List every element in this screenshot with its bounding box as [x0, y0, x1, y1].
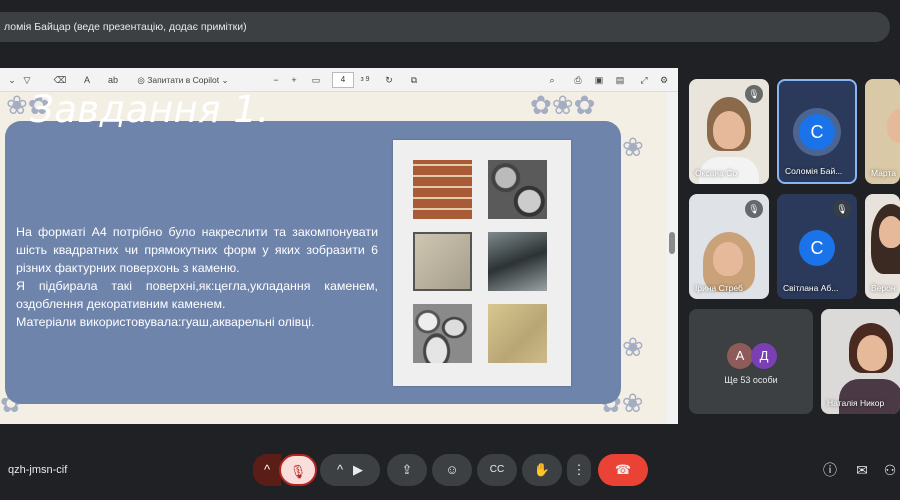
microphone-toggle[interactable]: 🎙: [279, 454, 317, 486]
participant-tile[interactable]: 🎙 Оксана Со: [689, 79, 769, 184]
save-as-icon[interactable]: ▤: [614, 72, 626, 88]
lace-ornament: ❀: [622, 332, 644, 362]
mic-off-icon: 🎙: [745, 85, 763, 103]
presenter-text: ломія Байцар (веде презентацію, додає пр…: [4, 21, 247, 33]
raise-hand-button[interactable]: ✋: [522, 454, 562, 486]
rotate-icon[interactable]: ↻: [383, 72, 395, 88]
lace-ornament: ❀: [622, 132, 644, 162]
mic-off-icon: 🎙: [289, 464, 307, 479]
mic-options-button[interactable]: ^: [253, 454, 281, 486]
slide-paragraph: Матеріали використовувала:гуаш,акварельн…: [16, 315, 315, 329]
lace-ornament: ✿❀✿: [530, 90, 596, 120]
present-screen-icon: ⇪: [401, 462, 413, 477]
draw-icon[interactable]: ▽: [20, 72, 34, 88]
captions-icon: CC: [489, 464, 505, 475]
ask-copilot-button[interactable]: ◎ Запитати в Copilot ⌄: [133, 72, 233, 88]
ask-copilot-label: Запитати в Copilot: [147, 75, 220, 85]
face: [887, 109, 900, 143]
page-total: з 9: [360, 76, 370, 83]
zoom-out-button[interactable]: −: [270, 72, 282, 88]
hang-up-icon: ☎: [614, 462, 632, 477]
avatar: С: [799, 230, 835, 266]
plaster-texture: [413, 232, 472, 291]
chevron-down-icon[interactable]: ⌄: [6, 72, 18, 88]
face: [713, 242, 743, 276]
people-icon[interactable]: ⚇: [878, 458, 900, 482]
camera-toggle[interactable]: ^ ▶: [320, 454, 380, 486]
save-icon[interactable]: ▣: [593, 72, 605, 88]
avatar: А: [727, 343, 753, 369]
avatar: С: [799, 114, 835, 150]
chevron-up-icon: ^: [336, 462, 344, 477]
more-vert-icon: ⋮: [572, 462, 586, 477]
meeting-code: qzh-jmsn-cif: [8, 464, 68, 476]
participant-tile[interactable]: С 🎙 Світлана Аб...: [777, 194, 857, 299]
scrollbar-thumb[interactable]: [669, 232, 675, 254]
brick-texture: [413, 160, 472, 219]
call-controls: qzh-jmsn-cif ^ 🎙 ^ ▶ ⇪ ☺ CC ✋ ⋮ ☎ ⓘ ✉ ⚇: [0, 448, 900, 496]
captions-button[interactable]: CC: [477, 454, 517, 486]
avatar: Д: [751, 343, 777, 369]
fit-page-icon[interactable]: ▭: [310, 72, 322, 88]
zoom-in-button[interactable]: +: [288, 72, 300, 88]
participant-tile[interactable]: С Соломія Бай...: [777, 79, 857, 184]
slide-paragraph: Я підбирала такі поверхні,як:цегла,уклад…: [16, 279, 378, 311]
chevron-up-icon: ^: [263, 462, 271, 477]
hand-icon: ✋: [533, 462, 551, 477]
participant-tile[interactable]: Верон: [865, 194, 900, 299]
slide-body: На форматі А4 потрібно було накреслити т…: [16, 223, 378, 331]
participant-name: Оксана Со: [695, 168, 738, 178]
sandstone-texture: [488, 304, 547, 363]
slide-title: Завдання 1.: [30, 88, 270, 131]
face: [879, 216, 900, 248]
search-icon[interactable]: ⌕: [546, 72, 558, 88]
settings-icon[interactable]: ⚙: [658, 72, 670, 88]
presenter-banner: ломія Байцар (веде презентацію, додає пр…: [0, 12, 890, 42]
stone-texture: [488, 160, 547, 219]
emoji-icon: ☺: [445, 462, 459, 477]
page-number-input[interactable]: 4: [332, 72, 354, 88]
participant-name: Ірина Стреб: [695, 283, 743, 293]
marble-texture: [488, 232, 547, 291]
chat-icon[interactable]: ✉: [850, 458, 874, 482]
end-call-button[interactable]: ☎: [598, 454, 648, 486]
fullscreen-icon[interactable]: ⤢: [638, 72, 650, 88]
participant-name: Соломія Бай...: [785, 166, 843, 176]
participant-tile[interactable]: Марта: [865, 79, 900, 184]
text-icon[interactable]: ab: [106, 72, 120, 88]
camera-icon: ▶: [353, 462, 364, 477]
mic-off-icon: 🎙: [833, 200, 851, 218]
face: [713, 111, 745, 149]
shoulders: [839, 379, 900, 414]
more-participants-label: Ще 53 особи: [724, 375, 778, 385]
artwork-image: [393, 140, 571, 386]
participant-tile[interactable]: 🎙 Ірина Стреб: [689, 194, 769, 299]
participant-tile[interactable]: Наталія Никор: [821, 309, 900, 414]
participant-name: Світлана Аб...: [783, 283, 839, 293]
reactions-button[interactable]: ☺: [432, 454, 472, 486]
participant-name: Марта: [871, 168, 896, 178]
participant-name: Верон: [871, 283, 896, 293]
face: [857, 335, 887, 371]
mic-off-icon: 🎙: [745, 200, 763, 218]
page-view-icon[interactable]: ⧉: [408, 72, 420, 88]
copilot-icon: ◎: [137, 75, 148, 85]
info-icon[interactable]: ⓘ: [818, 458, 842, 482]
print-icon[interactable]: ⎙: [572, 72, 584, 88]
cobblestone-texture: [413, 304, 472, 363]
more-options-button[interactable]: ⋮: [567, 454, 591, 486]
slide-paragraph: На форматі А4 потрібно було накреслити т…: [16, 225, 378, 275]
read-aloud-icon[interactable]: A: [80, 72, 94, 88]
more-participants-tile[interactable]: А Д Ще 53 особи: [689, 309, 813, 414]
participant-name: Наталія Никор: [827, 398, 885, 408]
scrollbar[interactable]: [666, 92, 678, 424]
eraser-icon[interactable]: ⌫: [53, 72, 67, 88]
present-button[interactable]: ⇪: [387, 454, 427, 486]
